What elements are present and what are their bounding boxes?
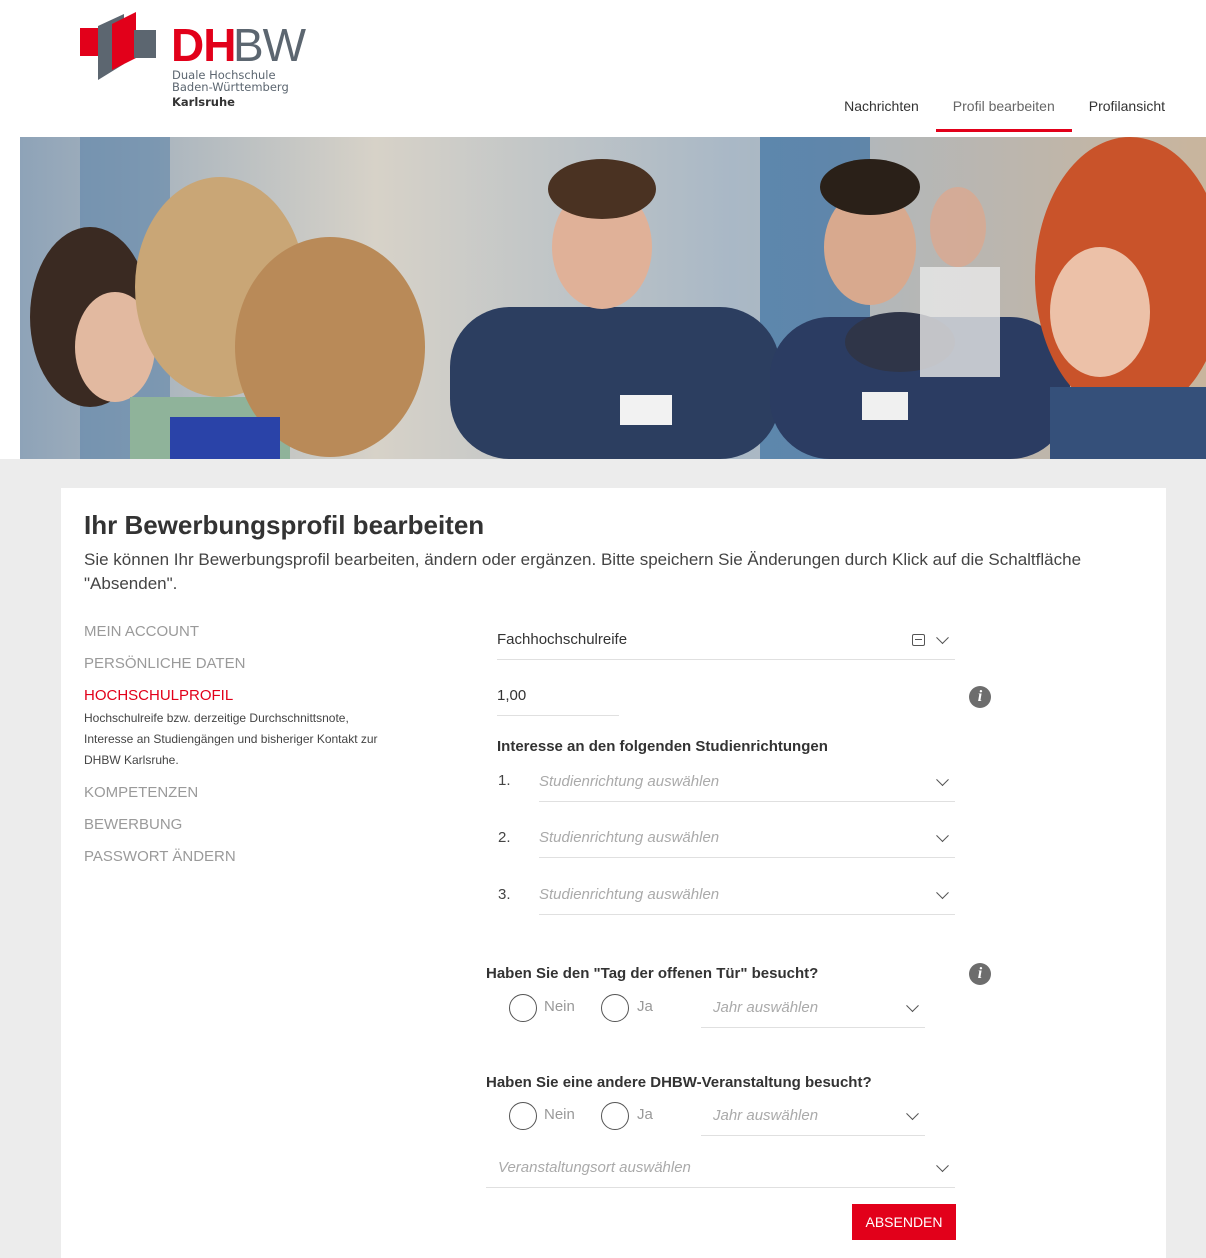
open-day-question: Haben Sie den "Tag der offenen Tür" besu… — [486, 965, 819, 982]
open-day-radio-ja[interactable] — [601, 994, 629, 1022]
hero-image — [20, 137, 1206, 459]
interest-select-3-placeholder: Studienrichtung auswählen — [539, 886, 720, 903]
page-intro: Sie können Ihr Bewerbungsprofil bearbeit… — [84, 550, 1082, 593]
degree-select[interactable]: Fachhochschulreife — [497, 620, 955, 660]
logo-city: Karlsruhe — [172, 95, 235, 109]
open-day-year-placeholder: Jahr auswählen — [713, 999, 819, 1016]
other-event-question: Haben Sie eine andere DHBW-Veranstaltung… — [486, 1074, 872, 1091]
interest-row-2-number: 2. — [498, 829, 511, 846]
interest-select-2-placeholder: Studienrichtung auswählen — [539, 829, 720, 846]
chevron-down-icon — [906, 998, 919, 1012]
nav-link-profilansicht[interactable]: Profilansicht — [1072, 90, 1182, 132]
chevron-down-icon — [936, 630, 949, 644]
interest-row-1-number: 1. — [498, 772, 511, 789]
hero-photo-illustration — [20, 137, 1206, 459]
nav-link-nachrichten[interactable]: Nachrichten — [827, 90, 936, 132]
interest-heading: Interesse an den folgenden Studienrichtu… — [497, 738, 828, 755]
interest-select-2[interactable]: Studienrichtung auswählen — [539, 818, 955, 858]
grade-info-icon[interactable]: i — [969, 686, 991, 708]
profile-sidenav: MEIN ACCOUNT PERSÖNLICHE DATEN HOCHSCHUL… — [84, 622, 394, 879]
dhbw-logo-mark-icon — [80, 12, 156, 80]
open-day-info-icon[interactable]: i — [969, 963, 991, 985]
sidenav-item-hochschulprofil[interactable]: HOCHSCHULPROFIL — [84, 686, 394, 706]
logo-subtitle: Duale Hochschule Baden-Württemberg Karls… — [172, 69, 289, 108]
sidenav-item-persoenliche-daten[interactable]: PERSÖNLICHE DATEN — [84, 654, 394, 674]
event-location-select[interactable]: Veranstaltungsort auswählen — [486, 1148, 955, 1188]
degree-select-value: Fachhochschulreife — [497, 631, 628, 648]
top-navigation: Nachrichten Profil bearbeiten Profilansi… — [827, 90, 1182, 132]
page-title: Ihr Bewerbungsprofil bearbeiten — [84, 510, 485, 540]
interest-select-1-placeholder: Studienrichtung auswählen — [539, 773, 720, 790]
other-event-year-placeholder: Jahr auswählen — [713, 1107, 819, 1124]
open-day-radio-nein[interactable] — [509, 994, 537, 1022]
sidenav-item-passwort-aendern[interactable]: PASSWORT ÄNDERN — [84, 847, 394, 867]
dhbw-logo[interactable]: DH BW Duale Hochschule Baden-Württemberg… — [80, 12, 320, 122]
chevron-down-icon — [936, 1158, 949, 1172]
other-event-radio-ja-label: Ja — [637, 1106, 653, 1123]
chevron-down-icon — [936, 828, 949, 842]
collapse-icon[interactable] — [912, 633, 925, 646]
open-day-radio-ja-label: Ja — [637, 998, 653, 1015]
open-day-year-select[interactable]: Jahr auswählen — [701, 988, 925, 1028]
chevron-down-icon — [936, 772, 949, 786]
sidenav-item-kompetenzen[interactable]: KOMPETENZEN — [84, 783, 394, 803]
profile-panel: Ihr Bewerbungsprofil bearbeiten Sie könn… — [61, 488, 1166, 1258]
chevron-down-icon — [906, 1106, 919, 1120]
other-event-radio-nein-label: Nein — [544, 1106, 575, 1123]
other-event-year-select[interactable]: Jahr auswählen — [701, 1096, 925, 1136]
submit-button[interactable]: ABSENDEN — [852, 1204, 956, 1240]
site-header: DH BW Duale Hochschule Baden-Württemberg… — [0, 0, 1206, 137]
sidenav-item-mein-account[interactable]: MEIN ACCOUNT — [84, 622, 394, 642]
nav-link-profil-bearbeiten[interactable]: Profil bearbeiten — [935, 90, 1072, 132]
logo-subtitle-line2: Baden-Württemberg — [172, 80, 289, 94]
open-day-radio-nein-label: Nein — [544, 998, 575, 1015]
grade-input-value: 1,00 — [497, 687, 527, 704]
grade-input[interactable]: 1,00 — [497, 676, 619, 716]
logo-text-bw: BW — [233, 19, 306, 71]
other-event-radio-nein[interactable] — [509, 1102, 537, 1130]
logo-text-dh: DH — [171, 19, 236, 71]
interest-row-3-number: 3. — [498, 886, 511, 903]
sidenav-item-hochschulprofil-description: Hochschulreife bzw. derzeitige Durchschn… — [84, 711, 378, 767]
interest-select-3[interactable]: Studienrichtung auswählen — [539, 875, 955, 915]
event-location-placeholder: Veranstaltungsort auswählen — [498, 1159, 691, 1176]
sidenav-item-bewerbung[interactable]: BEWERBUNG — [84, 815, 394, 835]
other-event-radio-ja[interactable] — [601, 1102, 629, 1130]
chevron-down-icon — [936, 885, 949, 899]
interest-select-1[interactable]: Studienrichtung auswählen — [539, 762, 955, 802]
